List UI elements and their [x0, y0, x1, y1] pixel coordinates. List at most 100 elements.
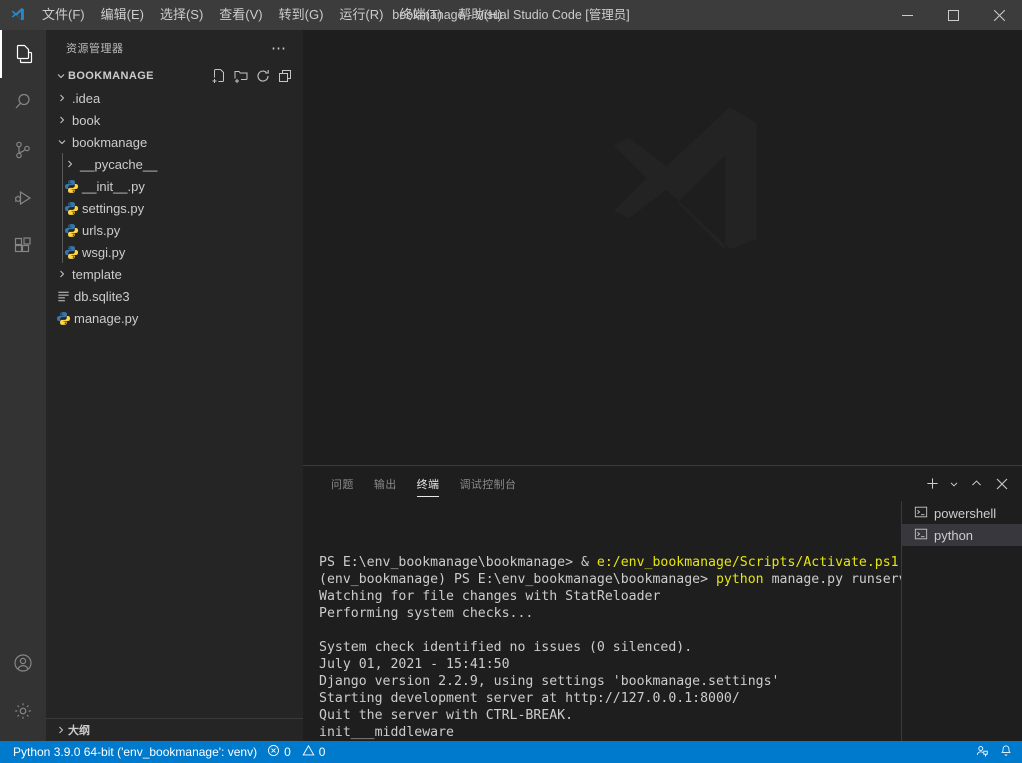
activity-source-control[interactable] [0, 126, 46, 174]
activity-account[interactable] [0, 639, 46, 687]
new-terminal-button[interactable] [920, 472, 944, 496]
tree-item-wsgi-py[interactable]: wsgi.py [46, 241, 303, 263]
tree-item-init-py[interactable]: __init__.py [46, 175, 303, 197]
new-folder-icon[interactable] [231, 66, 251, 86]
tree-indent-guide [62, 175, 63, 197]
tree-item-idea[interactable]: .idea [46, 87, 303, 109]
menu-view[interactable]: 查看(V) [211, 0, 270, 30]
tree-indent-guide [62, 241, 63, 263]
status-bar: Python 3.9.0 64-bit ('env_bookmanage': v… [0, 741, 1022, 763]
window-controls [884, 0, 1022, 30]
tree-item-db-sqlite3[interactable]: db.sqlite3 [46, 285, 303, 307]
terminal-tab-label: python [934, 527, 974, 543]
terminal-text: Performing system checks... [319, 606, 534, 621]
minimize-icon[interactable] [884, 0, 930, 30]
activity-run-debug[interactable] [0, 174, 46, 222]
tree-item-urls-py[interactable]: urls.py [46, 219, 303, 241]
menu-terminal[interactable]: 终端(T) [391, 0, 450, 30]
menu-file[interactable]: 文件(F) [34, 0, 93, 30]
sidebar-title: 资源管理器 [66, 42, 124, 55]
tree-item-book[interactable]: book [46, 109, 303, 131]
warning-count: 0 [318, 745, 326, 759]
python-file-icon [62, 223, 80, 238]
vscode-logo-watermark [520, 103, 816, 368]
terminal-icon [914, 505, 928, 522]
activity-search[interactable] [0, 78, 46, 126]
activity-extensions[interactable] [0, 222, 46, 270]
panel-header: 问题 输出 终端 调试控制台 [303, 466, 1022, 501]
menu-go[interactable]: 转到(G) [271, 0, 332, 30]
python-file-icon [62, 201, 80, 216]
terminal-line: July 01, 2021 - 15:41:50 [319, 656, 901, 673]
terminal-tab-list: powershell python [901, 501, 1022, 741]
menu-help[interactable]: 帮助(H) [450, 0, 510, 30]
terminal-text: e:/env_bookmanage/Scripts/Activate.ps1 [596, 555, 899, 570]
tab-debug-console[interactable]: 调试控制台 [449, 466, 526, 501]
terminal-text: Starting development server at http://12… [319, 691, 740, 706]
close-panel-button[interactable] [990, 472, 1014, 496]
tree-indent-guide [62, 197, 63, 219]
terminal-text: Django version 2.2.9, using settings 'bo… [319, 674, 780, 689]
terminal-line: Watching for file changes with StatReloa… [319, 588, 901, 605]
chevron-right-icon[interactable] [62, 158, 78, 170]
outline-section-header[interactable]: 大纲 [46, 718, 303, 741]
workbench: 资源管理器 ⋯ BOOKMANAGE .idea book bookmanage… [0, 30, 1022, 741]
maximize-panel-button[interactable] [964, 472, 988, 496]
activity-settings[interactable] [0, 687, 46, 735]
chevron-down-icon[interactable] [54, 136, 70, 148]
chevron-right-icon[interactable] [54, 92, 70, 104]
chevron-down-icon [54, 70, 68, 82]
tree-item-bookmanage[interactable]: bookmanage [46, 131, 303, 153]
tree-item-manage-py[interactable]: manage.py [46, 307, 303, 329]
ellipsis-icon[interactable]: ⋯ [271, 39, 293, 57]
terminal-text: Watching for file changes with StatReloa… [319, 589, 661, 604]
tab-problems[interactable]: 问题 [321, 466, 364, 501]
status-notifications[interactable] [994, 741, 1018, 763]
tree-item-label: settings.py [82, 200, 145, 216]
menu-selection[interactable]: 选择(S) [152, 0, 211, 30]
tree-indent-guide [62, 153, 63, 175]
terminal-line: Quit the server with CTRL-BREAK. [319, 707, 901, 724]
refresh-icon[interactable] [253, 66, 273, 86]
panel-body: PS E:\env_bookmanage\bookmanage> & e:/en… [303, 501, 1022, 741]
python-interpreter-label: Python 3.9.0 64-bit ('env_bookmanage': v… [13, 745, 258, 759]
feedback-icon [975, 744, 989, 761]
warning-icon [302, 744, 315, 760]
maximize-icon[interactable] [930, 0, 976, 30]
python-file-icon [62, 245, 80, 260]
terminal-text: PS E:\env_bookmanage\bookmanage> & [319, 555, 597, 570]
terminal-kind-dropdown[interactable] [946, 472, 962, 496]
chevron-right-icon[interactable] [54, 268, 70, 280]
terminal-text: python [715, 572, 764, 587]
tree-item-label: wsgi.py [82, 244, 126, 260]
terminal-tab-powershell[interactable]: powershell [902, 502, 1022, 524]
new-file-icon[interactable] [209, 66, 229, 86]
tree-item-template[interactable]: template [46, 263, 303, 285]
status-python-interpreter[interactable]: Python 3.9.0 64-bit ('env_bookmanage': v… [8, 741, 262, 763]
close-icon[interactable] [976, 0, 1022, 30]
chevron-right-icon[interactable] [54, 114, 70, 126]
activity-explorer[interactable] [0, 30, 46, 78]
tree-item-label: urls.py [82, 222, 121, 238]
menu-run[interactable]: 运行(R) [331, 0, 391, 30]
explorer-actions [209, 66, 303, 86]
terminal-line: PS E:\env_bookmanage\bookmanage> & e:/en… [319, 554, 901, 571]
status-bar-right [970, 741, 1022, 763]
terminal-output[interactable]: PS E:\env_bookmanage\bookmanage> & e:/en… [303, 501, 901, 741]
tab-terminal[interactable]: 终端 [407, 466, 450, 501]
status-problems[interactable]: 0 0 [262, 741, 330, 763]
error-icon [267, 744, 280, 760]
collapse-all-icon[interactable] [275, 66, 295, 86]
tree-item-settings-py[interactable]: settings.py [46, 197, 303, 219]
tree-item-pycache[interactable]: __pycache__ [46, 153, 303, 175]
status-feedback[interactable] [970, 741, 994, 763]
vscode-window: 文件(F) 编辑(E) 选择(S) 查看(V) 转到(G) 运行(R) 终端(T… [0, 0, 1022, 763]
panel-tabs: 问题 输出 终端 调试控制台 [321, 466, 526, 501]
terminal-line: (env_bookmanage) PS E:\env_bookmanage\bo… [319, 571, 901, 588]
terminal-tab-python[interactable]: python [902, 524, 1022, 546]
tab-output[interactable]: 输出 [364, 466, 407, 501]
menu-edit[interactable]: 编辑(E) [93, 0, 152, 30]
terminal-line: Starting development server at http://12… [319, 690, 901, 707]
explorer-section-header[interactable]: BOOKMANAGE [46, 65, 303, 87]
